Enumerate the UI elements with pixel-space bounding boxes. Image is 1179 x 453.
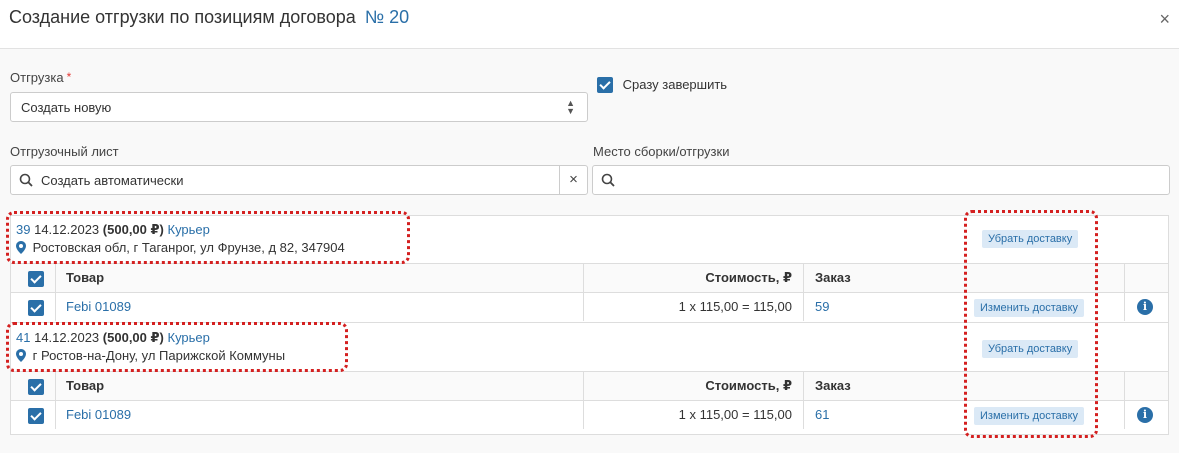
delivery-amount: (500,00 ₽) xyxy=(102,330,164,345)
delivery-id-link[interactable]: 39 xyxy=(16,222,30,237)
divider xyxy=(803,401,804,429)
cost-value: 1 x 115,00 = 115,00 xyxy=(678,299,792,314)
complete-checkbox-label: Сразу завершить xyxy=(622,77,728,93)
column-order: Заказ xyxy=(815,378,851,393)
shipping-sheet-label: Отгрузочный лист xyxy=(10,144,119,159)
divider xyxy=(583,293,584,321)
dialog-title: Создание отгрузки по позициям договора №… xyxy=(9,7,409,28)
table-row: Febi 01089 1 x 115,00 = 115,00 61 Измени… xyxy=(11,400,1168,429)
column-cost: Стоимость, ₽ xyxy=(705,270,792,285)
table-row: Febi 01089 1 x 115,00 = 115,00 59 Измени… xyxy=(11,292,1168,321)
shipment-label-text: Отгрузка xyxy=(10,70,64,85)
shipment-label: Отгрузка * xyxy=(10,70,71,85)
required-mark: * xyxy=(66,70,72,84)
search-icon xyxy=(19,173,33,187)
divider xyxy=(803,293,804,321)
divider xyxy=(583,372,584,400)
dialog-header: Создание отгрузки по позициям договора №… xyxy=(0,0,1179,49)
shipment-select[interactable]: Создать новую ▲ ▼ xyxy=(10,92,588,122)
column-order: Заказ xyxy=(815,270,851,285)
delivery-group-title: 41 14.12.2023 (500,00 ₽) Курьер xyxy=(16,330,210,346)
column-item: Товар xyxy=(66,378,105,393)
remove-delivery-button[interactable]: Убрать доставку xyxy=(982,340,1079,358)
delivery-date: 14.12.2023 xyxy=(34,222,100,237)
column-item: Товар xyxy=(66,270,105,285)
contract-number-link[interactable]: № 20 xyxy=(365,7,409,27)
divider xyxy=(803,264,804,292)
divider xyxy=(803,372,804,400)
table-header: Товар Стоимость, ₽ Заказ xyxy=(11,371,1168,400)
column-cost: Стоимость, ₽ xyxy=(705,378,792,393)
delivery-address-text: г Ростов-на-Дону, ул Парижской Коммуны xyxy=(32,348,286,363)
delivery-method: Курьер xyxy=(167,222,210,237)
row-checkbox[interactable] xyxy=(28,407,44,424)
delivery-amount: (500,00 ₽) xyxy=(102,222,164,237)
place-field[interactable] xyxy=(592,165,1170,195)
close-icon[interactable]: × xyxy=(1159,9,1170,30)
delivery-id-link[interactable]: 41 xyxy=(16,330,30,345)
delivery-group: 39 14.12.2023 (500,00 ₽) Курьер Ростовск… xyxy=(11,216,1168,263)
cost-value: 1 x 115,00 = 115,00 xyxy=(678,407,792,422)
row-checkbox[interactable] xyxy=(28,299,44,316)
shipping-sheet-value: Создать автоматически xyxy=(41,173,184,188)
remove-delivery-button[interactable]: Убрать доставку xyxy=(982,230,1079,248)
info-icon[interactable]: i xyxy=(1137,299,1153,315)
divider xyxy=(1124,372,1125,400)
divider xyxy=(1124,293,1125,321)
location-pin-icon xyxy=(16,349,26,362)
location-pin-icon xyxy=(16,241,26,254)
order-link[interactable]: 59 xyxy=(815,293,829,321)
info-icon[interactable]: i xyxy=(1137,407,1153,423)
clear-icon[interactable]: × xyxy=(559,166,587,194)
delivery-group-title: 39 14.12.2023 (500,00 ₽) Курьер xyxy=(16,222,210,238)
divider xyxy=(583,401,584,429)
divider xyxy=(1124,401,1125,429)
shipment-select-value: Создать новую xyxy=(21,100,112,115)
select-all-checkbox[interactable] xyxy=(28,270,44,287)
delivery-address-text: Ростовская обл, г Таганрог, ул Фрунзе, д… xyxy=(32,240,345,255)
item-link[interactable]: Febi 01089 xyxy=(66,293,131,321)
divider xyxy=(583,264,584,292)
divider xyxy=(55,372,56,400)
order-link[interactable]: 61 xyxy=(815,401,829,429)
delivery-panel: 39 14.12.2023 (500,00 ₽) Курьер Ростовск… xyxy=(10,215,1169,435)
change-delivery-button[interactable]: Изменить доставку xyxy=(974,299,1085,317)
shipping-sheet-field[interactable]: Создать автоматически × xyxy=(10,165,588,195)
delivery-group: 41 14.12.2023 (500,00 ₽) Курьер г Ростов… xyxy=(11,322,1168,371)
complete-checkbox[interactable] xyxy=(597,76,613,93)
title-text: Создание отгрузки по позициям договора xyxy=(9,7,356,27)
delivery-method: Курьер xyxy=(167,330,210,345)
select-arrows-icon: ▲ ▼ xyxy=(566,98,575,116)
search-icon xyxy=(601,173,615,187)
delivery-date: 14.12.2023 xyxy=(34,330,100,345)
delivery-address: г Ростов-на-Дону, ул Парижской Коммуны xyxy=(16,348,285,363)
delivery-address: Ростовская обл, г Таганрог, ул Фрунзе, д… xyxy=(16,240,345,255)
item-link[interactable]: Febi 01089 xyxy=(66,401,131,429)
divider xyxy=(1124,264,1125,292)
divider xyxy=(55,293,56,321)
change-delivery-button[interactable]: Изменить доставку xyxy=(974,407,1085,425)
divider xyxy=(55,264,56,292)
table-header: Товар Стоимость, ₽ Заказ xyxy=(11,263,1168,292)
place-label: Место сборки/отгрузки xyxy=(593,144,730,159)
select-all-checkbox[interactable] xyxy=(28,378,44,395)
complete-checkbox-row[interactable]: Сразу завершить xyxy=(597,76,727,93)
divider xyxy=(55,401,56,429)
